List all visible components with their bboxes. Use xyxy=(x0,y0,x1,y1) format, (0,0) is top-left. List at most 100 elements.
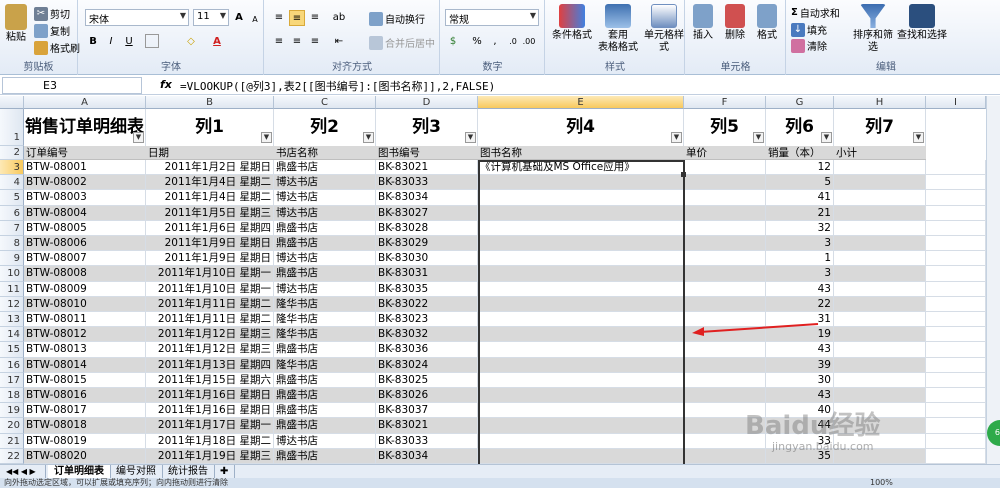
cell-h[interactable] xyxy=(834,327,926,343)
cell-c[interactable]: 鼎盛书店 xyxy=(274,448,376,464)
zoom-level[interactable]: 100% xyxy=(870,478,893,488)
cell-a[interactable]: BTW-08020 xyxy=(24,448,146,464)
tab-stats-report[interactable]: 统计报告 xyxy=(162,465,215,478)
row-header[interactable]: 21 xyxy=(0,433,24,449)
cell-c[interactable]: 博达书店 xyxy=(274,251,376,267)
underline-button[interactable]: U xyxy=(121,34,137,50)
filter-dropdown-icon[interactable]: ▼ xyxy=(671,132,682,143)
border-icon[interactable] xyxy=(145,34,159,48)
cell-c[interactable]: 鼎盛书店 xyxy=(274,403,376,419)
cell-i[interactable] xyxy=(926,266,986,282)
row-header[interactable]: 20 xyxy=(0,418,24,434)
cell-d[interactable]: BK-83033 xyxy=(376,175,478,191)
header-cell-h[interactable]: 小计 xyxy=(834,146,926,160)
row-header[interactable]: 12 xyxy=(0,296,24,312)
cell-i[interactable] xyxy=(926,190,986,206)
cell-c[interactable]: 鼎盛书店 xyxy=(274,220,376,236)
cell-a[interactable]: BTW-08002 xyxy=(24,175,146,191)
cell-a[interactable]: BTW-08006 xyxy=(24,236,146,252)
cell-i[interactable] xyxy=(926,342,986,358)
filter-dropdown-icon[interactable]: ▼ xyxy=(363,132,374,143)
row-header[interactable]: 14 xyxy=(0,327,24,343)
cell-i[interactable] xyxy=(926,220,986,236)
column-header-b[interactable]: B xyxy=(146,96,274,109)
row-header[interactable]: 7 xyxy=(0,220,24,236)
cell-c[interactable]: 博达书店 xyxy=(274,175,376,191)
cell-styles-button[interactable]: 单元格样式 xyxy=(640,4,688,54)
fill-color-button[interactable]: ◇ xyxy=(183,34,199,50)
cell-i[interactable] xyxy=(926,175,986,191)
align-right-icon[interactable]: ≡ xyxy=(307,34,323,50)
format-button[interactable]: 格式 xyxy=(752,4,782,42)
column-header-i[interactable]: I xyxy=(926,96,986,109)
filter-dropdown-icon[interactable]: ▼ xyxy=(261,132,272,143)
cell-g[interactable]: 43 xyxy=(766,281,834,297)
cell-h[interactable] xyxy=(834,388,926,404)
title-cell-d[interactable]: 列3 xyxy=(376,109,478,146)
cell-i[interactable] xyxy=(926,205,986,221)
cell-a[interactable]: BTW-08011 xyxy=(24,312,146,328)
cell-g[interactable]: 21 xyxy=(766,205,834,221)
row-header[interactable]: 11 xyxy=(0,281,24,297)
name-box[interactable]: E3 xyxy=(2,77,142,94)
title-cell-b[interactable]: 列1 xyxy=(146,109,274,146)
wrap-text-button[interactable]: 自动换行 xyxy=(369,11,425,26)
cell-i[interactable] xyxy=(926,251,986,267)
cell-b[interactable]: 2011年1月4日 星期二 xyxy=(146,175,274,191)
header-cell-a[interactable]: 订单编号 xyxy=(24,146,146,160)
cell-i[interactable] xyxy=(926,372,986,388)
cell-d[interactable]: BK-83036 xyxy=(376,342,478,358)
cell-d[interactable]: BK-83023 xyxy=(376,312,478,328)
cell-f[interactable] xyxy=(684,448,766,464)
cell-b[interactable]: 2011年1月18日 星期二 xyxy=(146,433,274,449)
cell-d[interactable]: BK-83021 xyxy=(376,418,478,434)
tab-order-details[interactable]: 订单明细表 xyxy=(48,465,111,478)
cell-d[interactable]: BK-83024 xyxy=(376,357,478,373)
cell-b[interactable]: 2011年1月6日 星期四 xyxy=(146,220,274,236)
insert-button[interactable]: 插入 xyxy=(688,4,718,42)
cell-h[interactable] xyxy=(834,312,926,328)
cell-h[interactable] xyxy=(834,342,926,358)
cell-b[interactable]: 2011年1月19日 星期三 xyxy=(146,448,274,464)
cell-i[interactable] xyxy=(926,448,986,464)
cell-b[interactable]: 2011年1月5日 星期三 xyxy=(146,205,274,221)
title-cell-e[interactable]: 列4 xyxy=(478,109,684,146)
row-header[interactable]: 10 xyxy=(0,266,24,282)
cell-b[interactable]: 2011年1月11日 星期二 xyxy=(146,312,274,328)
row-header[interactable]: 18 xyxy=(0,388,24,404)
cell-b[interactable]: 2011年1月10日 星期一 xyxy=(146,281,274,297)
cell-c[interactable]: 隆华书店 xyxy=(274,312,376,328)
cell-d[interactable]: BK-83029 xyxy=(376,236,478,252)
cell-d[interactable]: BK-83031 xyxy=(376,266,478,282)
cell-i[interactable] xyxy=(926,403,986,419)
cell-d[interactable]: BK-83027 xyxy=(376,205,478,221)
decrease-decimal-icon[interactable]: .00 xyxy=(521,34,537,50)
cell-c[interactable]: 隆华书店 xyxy=(274,357,376,373)
cell-f[interactable] xyxy=(684,190,766,206)
cell-g[interactable]: 5 xyxy=(766,175,834,191)
number-format-combo[interactable]: 常规 ▼ xyxy=(445,9,539,26)
cell-i[interactable] xyxy=(926,236,986,252)
indent-icon[interactable]: ⇤ xyxy=(331,34,347,50)
percent-button[interactable]: % xyxy=(469,34,485,50)
row-header[interactable]: 22 xyxy=(0,448,24,464)
font-name-combo[interactable]: 宋体 ▼ xyxy=(85,9,189,26)
cell-i[interactable] xyxy=(926,418,986,434)
cell-g[interactable]: 22 xyxy=(766,296,834,312)
cell-f[interactable] xyxy=(684,281,766,297)
row-header[interactable]: 17 xyxy=(0,372,24,388)
cell-i[interactable] xyxy=(926,327,986,343)
cell-c[interactable]: 鼎盛书店 xyxy=(274,266,376,282)
cell-d[interactable]: BK-83032 xyxy=(376,327,478,343)
cell-f[interactable] xyxy=(684,220,766,236)
cell-c[interactable]: 博达书店 xyxy=(274,205,376,221)
cell-h[interactable] xyxy=(834,372,926,388)
cell-a[interactable]: BTW-08017 xyxy=(24,403,146,419)
cell-f[interactable] xyxy=(684,236,766,252)
header-cell-f[interactable]: 单价 xyxy=(684,146,766,160)
column-header-a[interactable]: A xyxy=(24,96,146,109)
cell-d[interactable]: BK-83021 xyxy=(376,160,478,176)
cut-button[interactable]: ✂ 剪切 xyxy=(34,6,70,21)
cell-a[interactable]: BTW-08001 xyxy=(24,160,146,176)
filter-dropdown-icon[interactable]: ▼ xyxy=(821,132,832,143)
